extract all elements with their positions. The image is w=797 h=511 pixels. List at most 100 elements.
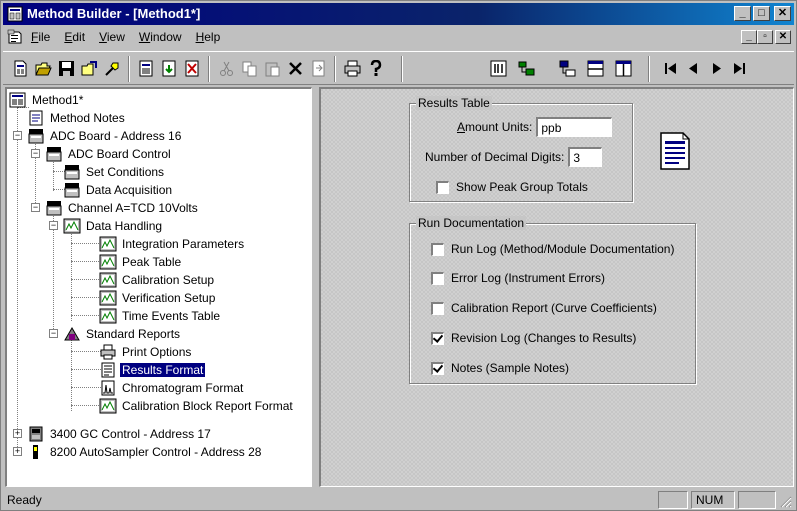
tool-button[interactable] xyxy=(101,57,124,80)
tree-item-method-notes[interactable]: Method Notes xyxy=(27,109,127,127)
error-log-option[interactable]: Error Log (Instrument Errors) xyxy=(431,271,605,285)
tree-item-results-format[interactable]: Results Format xyxy=(99,361,206,379)
previous-record-button[interactable] xyxy=(682,57,705,80)
collapse-data-handling-icon[interactable]: − xyxy=(49,221,58,230)
tree-item-verification-setup[interactable]: Verification Setup xyxy=(99,289,217,307)
status-bar: Ready NUM xyxy=(3,489,794,510)
collapse-adc-control-icon[interactable]: − xyxy=(31,149,40,158)
error-log-checkbox[interactable] xyxy=(431,271,444,285)
report-document-icon xyxy=(660,132,690,170)
method-section-a-button[interactable] xyxy=(135,57,158,80)
tree-item-adc-control[interactable]: ADC Board Control xyxy=(45,145,173,163)
revision-log-checkbox[interactable] xyxy=(431,331,444,345)
new-document-icon xyxy=(14,60,27,77)
add-tree-node-icon xyxy=(518,61,535,76)
results-format-pane: Results Table Amount Units: Number of De… xyxy=(319,87,794,487)
window-title: Method Builder - [Method1*] xyxy=(27,6,201,21)
amount-units-input[interactable] xyxy=(536,117,613,137)
menu-view[interactable]: View xyxy=(97,30,127,44)
tree-item-standard-reports[interactable]: Standard Reports xyxy=(63,325,182,343)
tool-icon xyxy=(105,62,119,76)
tree-item-data-acquisition[interactable]: Data Acquisition xyxy=(63,181,174,199)
printer-icon xyxy=(344,60,361,77)
tree-item-print-options[interactable]: Print Options xyxy=(99,343,193,361)
vertical-split-button[interactable] xyxy=(612,57,635,80)
cut-button[interactable] xyxy=(215,57,238,80)
next-record-button[interactable] xyxy=(705,57,728,80)
menu-help[interactable]: Help xyxy=(194,30,223,44)
first-record-button[interactable] xyxy=(659,57,682,80)
copy-button[interactable] xyxy=(238,57,261,80)
close-button[interactable]: ✕ xyxy=(774,6,791,21)
tree-item-peak-table[interactable]: Peak Table xyxy=(99,253,183,271)
tree-item-integration-parameters[interactable]: Integration Parameters xyxy=(99,235,246,253)
collapse-channel-icon[interactable]: − xyxy=(31,203,40,212)
tree-item-gc-control[interactable]: 3400 GC Control - Address 17 xyxy=(27,425,213,443)
tree-item-calibration-setup[interactable]: Calibration Setup xyxy=(99,271,216,289)
tree-view-button[interactable] xyxy=(556,57,579,80)
resize-grip-icon[interactable] xyxy=(780,496,792,508)
run-log-checkbox[interactable] xyxy=(431,242,444,256)
columns-icon xyxy=(490,60,507,77)
show-peak-group-totals-option[interactable]: Show Peak Group Totals xyxy=(436,180,588,194)
horizontal-split-button[interactable] xyxy=(584,57,607,80)
open-method-button[interactable] xyxy=(78,57,101,80)
save-button[interactable] xyxy=(55,57,78,80)
run-log-option[interactable]: Run Log (Method/Module Documentation) xyxy=(431,242,674,256)
expand-gc-control-icon[interactable]: + xyxy=(13,429,22,438)
columns-button[interactable] xyxy=(487,57,510,80)
tree-item-set-conditions[interactable]: Set Conditions xyxy=(63,163,166,181)
new-button[interactable] xyxy=(9,57,32,80)
last-icon xyxy=(734,63,745,74)
last-record-button[interactable] xyxy=(728,57,751,80)
child-close-button[interactable]: ✕ xyxy=(775,30,791,44)
open-button[interactable] xyxy=(32,57,55,80)
document-icon[interactable] xyxy=(7,29,23,45)
method-tree[interactable]: − − − − − + + Method1* Method Notes ADC … xyxy=(5,87,312,487)
autosampler-icon xyxy=(33,445,38,459)
amount-units-row: Amount Units: xyxy=(457,117,613,137)
insert-button[interactable] xyxy=(307,57,330,80)
title-bar[interactable]: Method Builder - [Method1*] _ □ ✕ xyxy=(3,3,794,25)
revision-log-option[interactable]: Revision Log (Changes to Results) xyxy=(431,331,636,345)
menu-window[interactable]: Window xyxy=(137,30,184,44)
decimal-digits-input[interactable] xyxy=(568,147,603,167)
minimize-button[interactable]: _ xyxy=(734,6,751,21)
tree-item-channel[interactable]: Channel A=TCD 10Volts xyxy=(45,199,200,217)
folder-arrow-icon xyxy=(81,61,97,76)
method-section-c-button[interactable] xyxy=(181,57,204,80)
print-button[interactable] xyxy=(341,57,364,80)
method-section-b-button[interactable] xyxy=(158,57,181,80)
menu-file[interactable]: File xyxy=(29,30,52,44)
tree-item-autosampler[interactable]: 8200 AutoSampler Control - Address 28 xyxy=(27,443,263,461)
tree-item-method1[interactable]: Method1* xyxy=(9,91,85,109)
maximize-button[interactable]: □ xyxy=(753,6,770,21)
child-restore-button[interactable]: ▫ xyxy=(757,30,773,44)
collapse-standard-reports-icon[interactable]: − xyxy=(49,329,58,338)
show-peak-group-totals-label: Show Peak Group Totals xyxy=(456,180,588,194)
menu-edit[interactable]: Edit xyxy=(62,30,87,44)
tree-view-icon xyxy=(559,60,576,77)
tree-item-calibration-block-report[interactable]: Calibration Block Report Format xyxy=(99,397,295,415)
calibration-report-checkbox[interactable] xyxy=(431,301,444,315)
tree-item-time-events-table[interactable]: Time Events Table xyxy=(99,307,222,325)
child-minimize-button[interactable]: _ xyxy=(741,30,757,44)
expand-autosampler-icon[interactable]: + xyxy=(13,447,22,456)
chart-page-icon xyxy=(99,272,117,288)
delete-x-icon xyxy=(289,62,302,75)
calibration-report-option[interactable]: Calibration Report (Curve Coefficients) xyxy=(431,301,657,315)
tree-item-chromatogram-format[interactable]: Chromatogram Format xyxy=(99,379,245,397)
add-tree-node-button[interactable] xyxy=(515,57,538,80)
notes-checkbox[interactable] xyxy=(431,361,444,375)
tree-item-adc-board[interactable]: ADC Board - Address 16 xyxy=(27,127,183,145)
run-documentation-legend: Run Documentation xyxy=(416,216,527,230)
tree-item-data-handling[interactable]: Data Handling xyxy=(63,217,164,235)
delete-button[interactable] xyxy=(284,57,307,80)
notes-option[interactable]: Notes (Sample Notes) xyxy=(431,361,569,375)
collapse-adc-board-icon[interactable]: − xyxy=(13,131,22,140)
show-peak-group-totals-checkbox[interactable] xyxy=(436,180,449,194)
help-button[interactable] xyxy=(364,57,387,80)
notes-label: Notes (Sample Notes) xyxy=(451,361,570,375)
insert-page-icon xyxy=(312,60,325,77)
paste-button[interactable] xyxy=(261,57,284,80)
